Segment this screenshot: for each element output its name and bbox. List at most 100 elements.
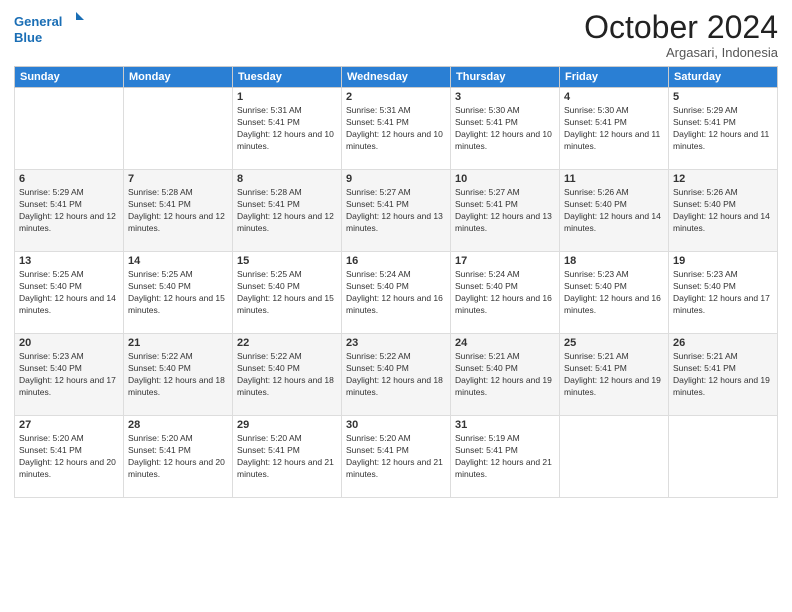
day-number: 9	[346, 173, 446, 185]
svg-text:Blue: Blue	[14, 30, 42, 45]
daylight: Daylight: 12 hours and 13 minutes.	[346, 211, 443, 233]
calendar-cell: 18 Sunrise: 5:23 AM Sunset: 5:40 PM Dayl…	[560, 252, 669, 334]
day-info: Sunrise: 5:25 AM Sunset: 5:40 PM Dayligh…	[128, 269, 228, 317]
calendar-cell: 28 Sunrise: 5:20 AM Sunset: 5:41 PM Dayl…	[124, 416, 233, 498]
day-number: 12	[673, 173, 773, 185]
sunset: Sunset: 5:41 PM	[237, 199, 300, 209]
calendar-cell: 29 Sunrise: 5:20 AM Sunset: 5:41 PM Dayl…	[233, 416, 342, 498]
day-number: 27	[19, 419, 119, 431]
sunrise: Sunrise: 5:29 AM	[673, 105, 738, 115]
calendar-cell: 12 Sunrise: 5:26 AM Sunset: 5:40 PM Dayl…	[669, 170, 778, 252]
day-number: 30	[346, 419, 446, 431]
daylight: Daylight: 12 hours and 16 minutes.	[564, 293, 661, 315]
calendar-cell: 19 Sunrise: 5:23 AM Sunset: 5:40 PM Dayl…	[669, 252, 778, 334]
daylight: Daylight: 12 hours and 15 minutes.	[237, 293, 334, 315]
calendar-cell: 31 Sunrise: 5:19 AM Sunset: 5:41 PM Dayl…	[451, 416, 560, 498]
week-row-5: 27 Sunrise: 5:20 AM Sunset: 5:41 PM Dayl…	[15, 416, 778, 498]
day-number: 26	[673, 337, 773, 349]
calendar-cell: 30 Sunrise: 5:20 AM Sunset: 5:41 PM Dayl…	[342, 416, 451, 498]
daylight: Daylight: 12 hours and 18 minutes.	[346, 375, 443, 397]
day-number: 15	[237, 255, 337, 267]
calendar-cell: 9 Sunrise: 5:27 AM Sunset: 5:41 PM Dayli…	[342, 170, 451, 252]
day-number: 8	[237, 173, 337, 185]
calendar-cell: 4 Sunrise: 5:30 AM Sunset: 5:41 PM Dayli…	[560, 88, 669, 170]
sunrise: Sunrise: 5:23 AM	[19, 351, 84, 361]
day-info: Sunrise: 5:20 AM Sunset: 5:41 PM Dayligh…	[19, 433, 119, 481]
sunset: Sunset: 5:41 PM	[19, 445, 82, 455]
sunset: Sunset: 5:41 PM	[128, 199, 191, 209]
calendar-cell: 1 Sunrise: 5:31 AM Sunset: 5:41 PM Dayli…	[233, 88, 342, 170]
title-block: October 2024 Argasari, Indonesia	[584, 10, 778, 60]
day-number: 23	[346, 337, 446, 349]
calendar-cell: 25 Sunrise: 5:21 AM Sunset: 5:41 PM Dayl…	[560, 334, 669, 416]
calendar-cell: 16 Sunrise: 5:24 AM Sunset: 5:40 PM Dayl…	[342, 252, 451, 334]
sunrise: Sunrise: 5:25 AM	[237, 269, 302, 279]
calendar-cell: 17 Sunrise: 5:24 AM Sunset: 5:40 PM Dayl…	[451, 252, 560, 334]
sunrise: Sunrise: 5:25 AM	[19, 269, 84, 279]
sunrise: Sunrise: 5:22 AM	[237, 351, 302, 361]
day-info: Sunrise: 5:26 AM Sunset: 5:40 PM Dayligh…	[564, 187, 664, 235]
sunrise: Sunrise: 5:28 AM	[128, 187, 193, 197]
day-number: 28	[128, 419, 228, 431]
day-number: 7	[128, 173, 228, 185]
sunset: Sunset: 5:40 PM	[19, 281, 82, 291]
sunrise: Sunrise: 5:20 AM	[346, 433, 411, 443]
day-number: 10	[455, 173, 555, 185]
logo: General Blue	[14, 10, 84, 48]
sunrise: Sunrise: 5:29 AM	[19, 187, 84, 197]
calendar-cell: 6 Sunrise: 5:29 AM Sunset: 5:41 PM Dayli…	[15, 170, 124, 252]
day-info: Sunrise: 5:21 AM Sunset: 5:41 PM Dayligh…	[564, 351, 664, 399]
sunrise: Sunrise: 5:31 AM	[237, 105, 302, 115]
day-number: 22	[237, 337, 337, 349]
daylight: Daylight: 12 hours and 18 minutes.	[128, 375, 225, 397]
daylight: Daylight: 12 hours and 12 minutes.	[237, 211, 334, 233]
day-info: Sunrise: 5:28 AM Sunset: 5:41 PM Dayligh…	[237, 187, 337, 235]
weekday-tuesday: Tuesday	[233, 67, 342, 88]
day-info: Sunrise: 5:20 AM Sunset: 5:41 PM Dayligh…	[237, 433, 337, 481]
calendar-cell: 22 Sunrise: 5:22 AM Sunset: 5:40 PM Dayl…	[233, 334, 342, 416]
day-info: Sunrise: 5:21 AM Sunset: 5:41 PM Dayligh…	[673, 351, 773, 399]
day-number: 24	[455, 337, 555, 349]
daylight: Daylight: 12 hours and 14 minutes.	[564, 211, 661, 233]
day-number: 4	[564, 91, 664, 103]
day-number: 18	[564, 255, 664, 267]
daylight: Daylight: 12 hours and 14 minutes.	[19, 293, 116, 315]
sunset: Sunset: 5:41 PM	[455, 117, 518, 127]
daylight: Daylight: 12 hours and 21 minutes.	[455, 457, 552, 479]
day-info: Sunrise: 5:23 AM Sunset: 5:40 PM Dayligh…	[19, 351, 119, 399]
calendar-cell: 20 Sunrise: 5:23 AM Sunset: 5:40 PM Dayl…	[15, 334, 124, 416]
weekday-thursday: Thursday	[451, 67, 560, 88]
sunrise: Sunrise: 5:22 AM	[128, 351, 193, 361]
day-number: 31	[455, 419, 555, 431]
day-number: 21	[128, 337, 228, 349]
day-number: 14	[128, 255, 228, 267]
sunset: Sunset: 5:41 PM	[19, 199, 82, 209]
sunset: Sunset: 5:41 PM	[673, 117, 736, 127]
calendar-cell	[124, 88, 233, 170]
sunrise: Sunrise: 5:30 AM	[564, 105, 629, 115]
sunset: Sunset: 5:40 PM	[346, 363, 409, 373]
sunset: Sunset: 5:40 PM	[455, 363, 518, 373]
sunrise: Sunrise: 5:19 AM	[455, 433, 520, 443]
day-number: 25	[564, 337, 664, 349]
day-info: Sunrise: 5:24 AM Sunset: 5:40 PM Dayligh…	[346, 269, 446, 317]
day-info: Sunrise: 5:21 AM Sunset: 5:40 PM Dayligh…	[455, 351, 555, 399]
day-number: 5	[673, 91, 773, 103]
sunrise: Sunrise: 5:28 AM	[237, 187, 302, 197]
weekday-sunday: Sunday	[15, 67, 124, 88]
sunset: Sunset: 5:40 PM	[128, 363, 191, 373]
day-number: 1	[237, 91, 337, 103]
header: General Blue October 2024 Argasari, Indo…	[14, 10, 778, 60]
day-info: Sunrise: 5:30 AM Sunset: 5:41 PM Dayligh…	[455, 105, 555, 153]
sunset: Sunset: 5:41 PM	[346, 445, 409, 455]
sunrise: Sunrise: 5:24 AM	[455, 269, 520, 279]
daylight: Daylight: 12 hours and 15 minutes.	[128, 293, 225, 315]
calendar-cell: 15 Sunrise: 5:25 AM Sunset: 5:40 PM Dayl…	[233, 252, 342, 334]
day-info: Sunrise: 5:26 AM Sunset: 5:40 PM Dayligh…	[673, 187, 773, 235]
sunrise: Sunrise: 5:25 AM	[128, 269, 193, 279]
sunrise: Sunrise: 5:20 AM	[237, 433, 302, 443]
calendar-cell: 26 Sunrise: 5:21 AM Sunset: 5:41 PM Dayl…	[669, 334, 778, 416]
week-row-4: 20 Sunrise: 5:23 AM Sunset: 5:40 PM Dayl…	[15, 334, 778, 416]
day-info: Sunrise: 5:31 AM Sunset: 5:41 PM Dayligh…	[237, 105, 337, 153]
sunset: Sunset: 5:40 PM	[19, 363, 82, 373]
